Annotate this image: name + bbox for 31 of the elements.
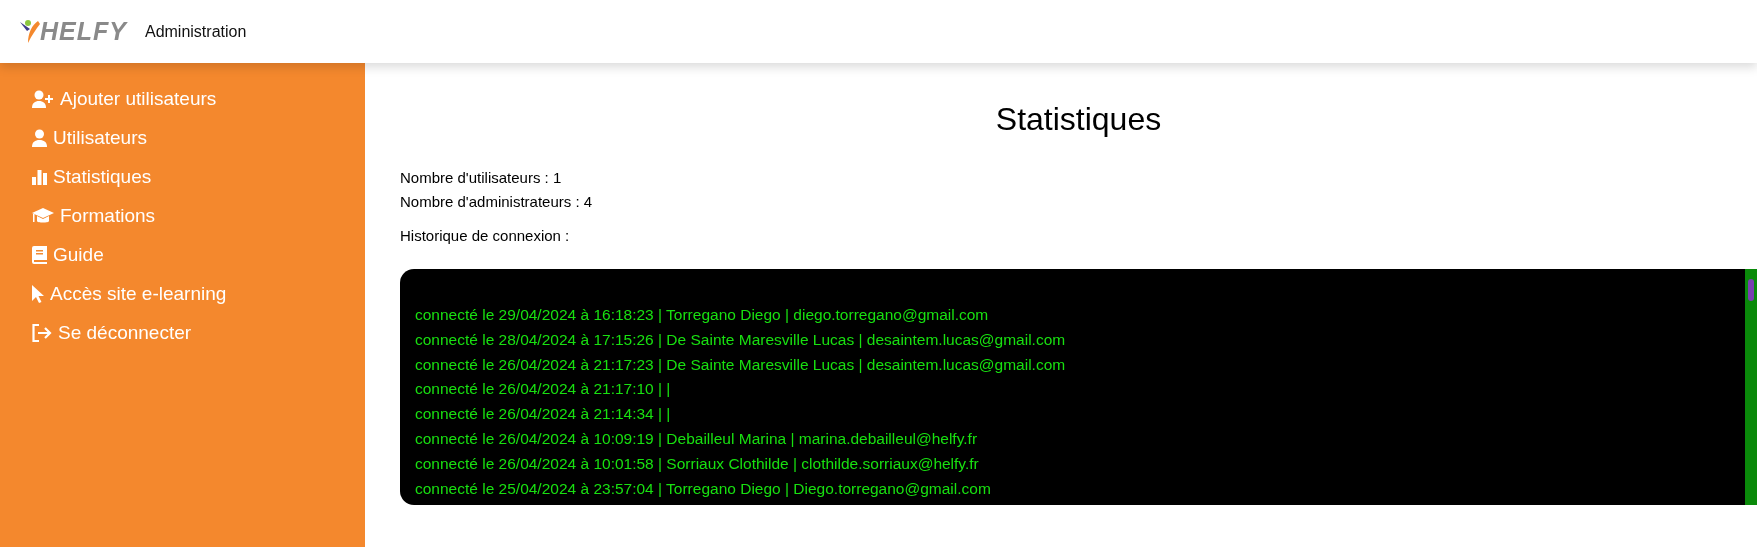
section-label: Historique de connexion : bbox=[400, 227, 571, 244]
sidebar-link[interactable]: Statistiques bbox=[53, 165, 152, 188]
log-line: connecté le 25/04/2024 à 23:57:04 | Torregano Diego | Diego.torregano@gmail.com bbox=[415, 478, 992, 499]
log-line: connecté le 28/04/2024 à 17:15:26 | De Sainte Maresville Lucas | desaintem.lucas@gmail.com bbox=[415, 329, 1067, 350]
sidebar-link[interactable]: Accès site e-learning bbox=[50, 282, 227, 305]
log-line: connecté le 26/04/2024 à 21:17:10 | | bbox=[415, 379, 672, 400]
header-title: Administration bbox=[144, 22, 247, 41]
logo-text: HELFY bbox=[40, 17, 127, 46]
log-line: connecté le 29/04/2024 à 16:18:23 | Torregano Diego | diego.torregano@gmail.com bbox=[415, 305, 990, 325]
sidebar-link[interactable]: Se déconnecter bbox=[58, 321, 192, 344]
sidebar-link[interactable]: Utilisateurs bbox=[53, 126, 147, 149]
user-add-icon bbox=[32, 89, 54, 108]
scrollbar-thumb[interactable] bbox=[1748, 279, 1754, 301]
logout-icon bbox=[32, 323, 52, 342]
sidebar-link[interactable]: Ajouter utilisateurs bbox=[60, 87, 217, 110]
book-icon bbox=[32, 245, 47, 264]
cursor-icon bbox=[32, 284, 44, 303]
log-line: connecté le 26/04/2024 à 21:14:34 | | bbox=[415, 404, 672, 425]
log-line: connecté le 26/04/2024 à 10:09:19 | Debailleul Marina | marina.debailleul@helfy.fr bbox=[415, 429, 979, 449]
graduation-cap-icon bbox=[32, 206, 54, 225]
logo-icon bbox=[20, 18, 40, 45]
sidebar-link[interactable]: Formations bbox=[60, 204, 156, 227]
sidebar-link[interactable]: Guide bbox=[53, 243, 104, 266]
stat-text: Nombre d'administrateurs : 4 bbox=[400, 192, 594, 212]
log-line: connecté le 26/04/2024 à 21:17:23 | De Sainte Maresville Lucas | desaintem.lucas@gmail.com bbox=[415, 354, 1067, 375]
stat-text: Nombre d'utilisateurs : 1 bbox=[400, 168, 563, 188]
page-title: Statistiques bbox=[994, 101, 1163, 138]
user-icon bbox=[32, 128, 47, 147]
log-line: connecté le 26/04/2024 à 10:01:58 | Sorriaux Clothilde | clothilde.sorriaux@helfy.fr bbox=[415, 453, 980, 474]
bar-chart-icon bbox=[32, 168, 47, 185]
scrollbar[interactable] bbox=[1745, 269, 1757, 505]
